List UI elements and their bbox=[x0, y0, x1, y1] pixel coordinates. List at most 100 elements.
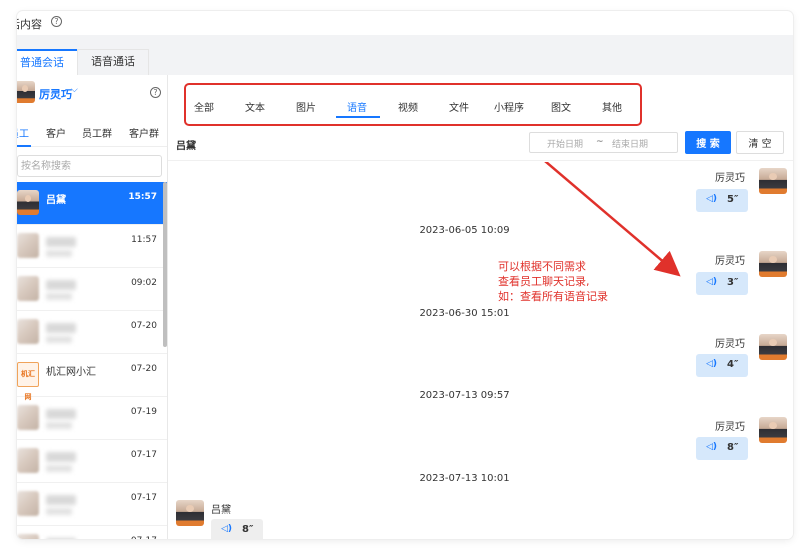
sidebar-scrollbar[interactable] bbox=[163, 182, 167, 347]
tab-employee-groups[interactable]: 员工群 bbox=[82, 125, 112, 140]
list-item[interactable]: 07-20 bbox=[17, 311, 167, 354]
avatar bbox=[759, 334, 787, 360]
voice-wave-icon: ◁) bbox=[221, 524, 233, 534]
header-divider bbox=[17, 35, 793, 49]
list-item[interactable]: 07-19 bbox=[17, 397, 167, 440]
chevron-down-icon: ⌵ bbox=[71, 85, 78, 95]
tab-normal-chat[interactable]: 普通会话 bbox=[17, 49, 77, 75]
list-item[interactable]: 07-17 bbox=[17, 483, 167, 526]
chat-toolbar: 吕黛 开始日期 ~ 结束日期 搜 索 清 空 bbox=[168, 131, 793, 161]
contact-time: 11:57 bbox=[131, 235, 157, 245]
search-button[interactable]: 搜 索 bbox=[685, 131, 731, 154]
tab-voice-call[interactable]: 语音通话 bbox=[77, 49, 149, 75]
current-user-selector[interactable]: 厉灵巧 ⌵ ? bbox=[17, 81, 167, 107]
contact-subtitle-redacted bbox=[46, 293, 72, 300]
help-icon[interactable]: ? bbox=[150, 87, 161, 98]
contact-subtitle-redacted bbox=[46, 250, 72, 257]
filter-tab-image[interactable]: 图片 bbox=[296, 99, 316, 114]
voice-duration: 8″ bbox=[242, 524, 254, 535]
voice-message-bubble[interactable]: ◁) 5″ bbox=[696, 189, 748, 212]
timestamp-text: 2023-06-30 15:01 bbox=[419, 308, 510, 319]
active-tab-indicator bbox=[17, 145, 31, 147]
sender-name: 厉灵巧 bbox=[715, 422, 745, 433]
contact-time: 09:02 bbox=[131, 278, 157, 288]
sender-name: 吕黛 bbox=[211, 505, 231, 516]
voice-duration: 4″ bbox=[727, 359, 739, 370]
timestamp-text: 2023-06-05 10:09 bbox=[419, 225, 510, 236]
filter-tab-article[interactable]: 图文 bbox=[551, 99, 571, 114]
voice-message-bubble[interactable]: ◁) 8″ bbox=[211, 519, 263, 539]
sender-name: 厉灵巧 bbox=[715, 339, 745, 350]
voice-wave-icon: ◁) bbox=[706, 442, 718, 452]
tab-employees[interactable]: 员工 bbox=[17, 125, 29, 140]
contact-subtitle-redacted bbox=[46, 336, 72, 343]
filter-tab-voice[interactable]: 语音 bbox=[347, 99, 367, 114]
contact-name: 吕黛 bbox=[46, 195, 66, 206]
voice-duration: 3″ bbox=[727, 277, 739, 288]
contact-name-redacted bbox=[46, 495, 76, 505]
brand-logo-avatar: 机汇网 bbox=[17, 362, 39, 401]
filter-tab-file[interactable]: 文件 bbox=[449, 99, 469, 114]
contact-name-redacted bbox=[46, 323, 76, 333]
search-box[interactable] bbox=[17, 155, 162, 177]
main-tabs: 普通会话 语音通话 bbox=[17, 49, 793, 75]
clear-button[interactable]: 清 空 bbox=[736, 131, 784, 154]
date-start-field[interactable]: 开始日期 bbox=[547, 137, 583, 150]
list-item[interactable]: 11:57 bbox=[17, 225, 167, 268]
date-separator: ~ bbox=[596, 137, 604, 147]
avatar bbox=[17, 448, 39, 473]
page-title: 话内容 bbox=[17, 18, 42, 31]
chat-title: 吕黛 bbox=[176, 141, 196, 152]
tab-label: 普通会话 bbox=[20, 56, 64, 69]
voice-wave-icon: ◁) bbox=[706, 277, 718, 287]
tab-customers[interactable]: 客户 bbox=[46, 125, 66, 140]
timestamp-text: 2023-07-13 10:01 bbox=[419, 473, 510, 484]
timestamp-text: 2023-07-13 09:57 bbox=[419, 390, 510, 401]
annotation-note: 可以根据不同需求 查看员工聊天记录, 如：查看所有语音记录 bbox=[498, 259, 608, 304]
voice-message-bubble[interactable]: ◁) 8″ bbox=[696, 437, 748, 460]
search-input[interactable] bbox=[18, 156, 148, 176]
voice-wave-icon: ◁) bbox=[706, 194, 718, 204]
app-window: 话内容 ? 普通会话 语音通话 厉灵巧 ⌵ ? 员工 客户 员工群 客户群 bbox=[17, 11, 793, 539]
list-item[interactable]: 07-17 bbox=[17, 526, 167, 539]
avatar bbox=[17, 491, 39, 516]
active-filter-indicator bbox=[336, 116, 380, 118]
message-timestamp: 2023-07-13 10:01 bbox=[168, 473, 793, 484]
question-circle-icon[interactable]: ? bbox=[51, 16, 62, 27]
message-type-filter: 全部 文本 图片 语音 视频 文件 小程序 图文 其他 bbox=[184, 83, 642, 126]
filter-tab-all[interactable]: 全部 bbox=[194, 99, 214, 114]
annotation-line: 查看员工聊天记录, bbox=[498, 275, 590, 288]
current-user-name: 厉灵巧 bbox=[39, 88, 72, 101]
message-timestamp: 2023-07-13 09:57 bbox=[168, 390, 793, 401]
date-range-picker[interactable]: 开始日期 ~ 结束日期 bbox=[529, 132, 678, 153]
contact-time: 07-17 bbox=[130, 493, 157, 503]
filter-tab-other[interactable]: 其他 bbox=[602, 99, 622, 114]
filter-tab-mini-program[interactable]: 小程序 bbox=[494, 99, 524, 114]
voice-duration: 5″ bbox=[727, 194, 739, 205]
list-item[interactable]: 09:02 bbox=[17, 268, 167, 311]
voice-message-bubble[interactable]: ◁) 4″ bbox=[696, 354, 748, 377]
contact-name-redacted bbox=[46, 538, 76, 539]
contact-subtitle-redacted bbox=[46, 422, 72, 429]
sender-name: 厉灵巧 bbox=[715, 173, 745, 184]
filter-tab-text[interactable]: 文本 bbox=[245, 99, 265, 114]
avatar bbox=[17, 233, 39, 258]
avatar bbox=[17, 190, 39, 215]
voice-message-bubble[interactable]: ◁) 3″ bbox=[696, 272, 748, 295]
avatar bbox=[759, 168, 787, 194]
list-item[interactable]: 机汇网 机汇网小汇 07-20 bbox=[17, 354, 167, 401]
avatar bbox=[176, 500, 204, 526]
page-header: 话内容 ? bbox=[17, 11, 793, 35]
message-list: 厉灵巧 ◁) 5″ 2023-06-05 10:09 厉灵巧 ◁) 3″ 202… bbox=[168, 162, 793, 539]
list-item[interactable]: 吕黛 15:57 bbox=[17, 182, 167, 225]
date-end-field[interactable]: 结束日期 bbox=[612, 137, 648, 150]
avatar bbox=[17, 276, 39, 301]
contact-time: 15:57 bbox=[128, 192, 157, 202]
tab-customer-groups[interactable]: 客户群 bbox=[129, 125, 159, 140]
contact-time: 07-17 bbox=[130, 450, 157, 460]
list-item[interactable]: 07-17 bbox=[17, 440, 167, 483]
contact-name-redacted bbox=[46, 237, 76, 247]
filter-tab-video[interactable]: 视频 bbox=[398, 99, 418, 114]
avatar bbox=[17, 405, 39, 430]
annotation-line: 可以根据不同需求 bbox=[498, 260, 586, 273]
